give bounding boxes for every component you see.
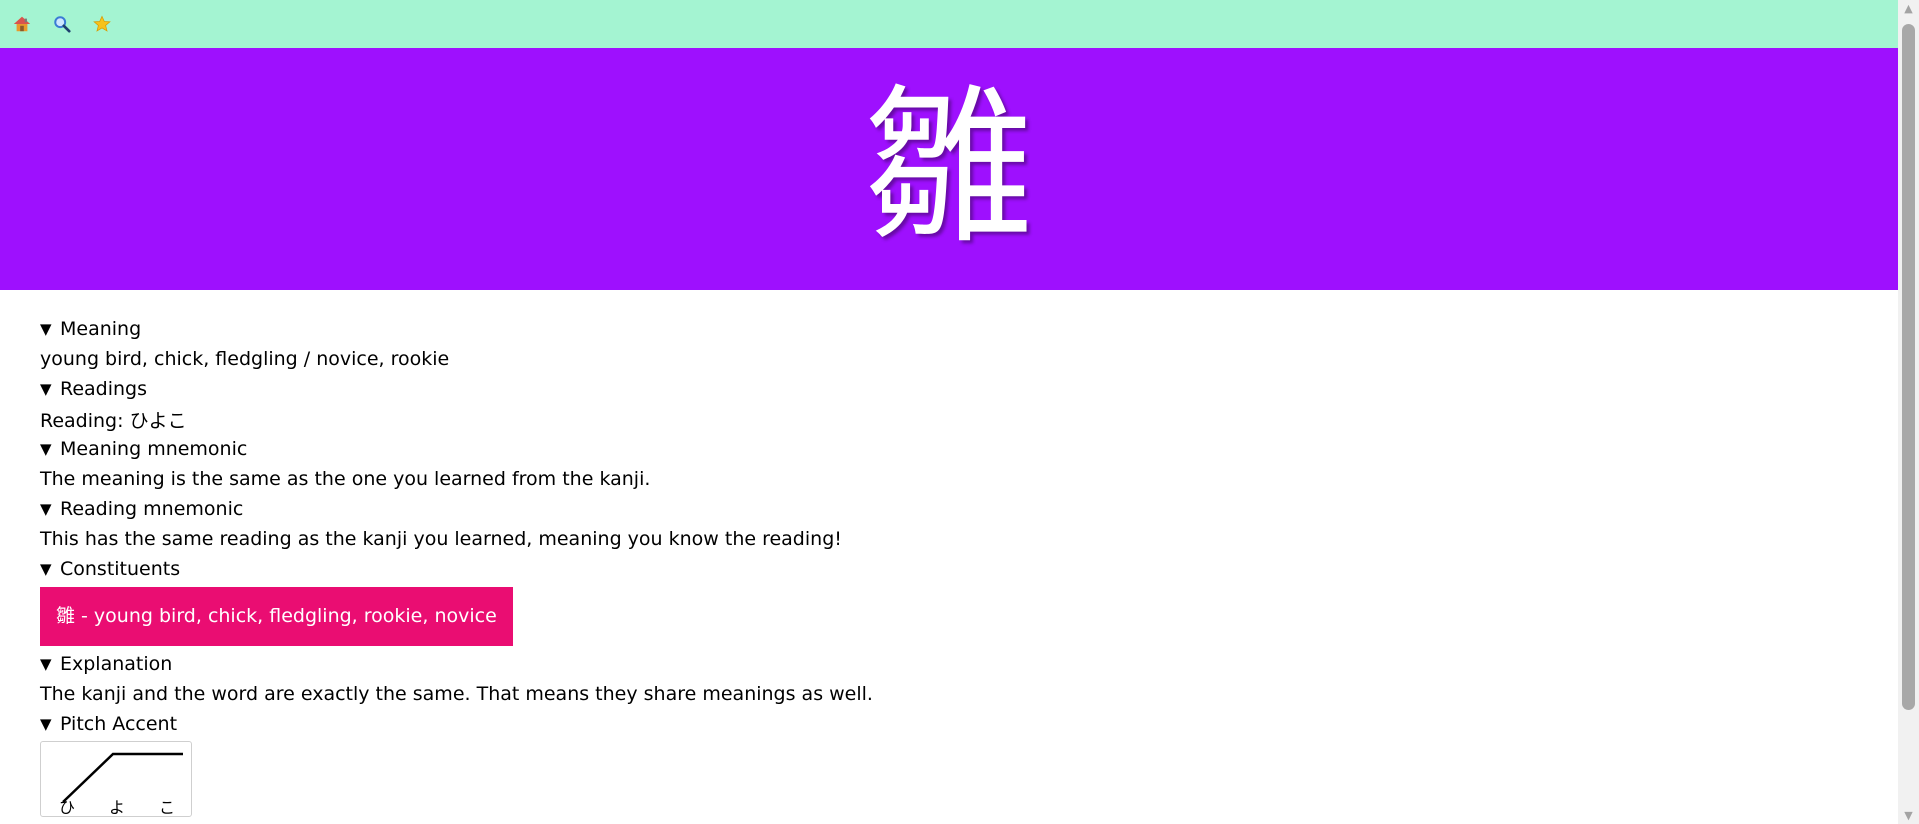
section-meaning-mnemonic: ▼ Meaning mnemonic The meaning is the sa…: [40, 434, 1898, 494]
section-heading: Pitch Accent: [60, 713, 178, 735]
hero-kanji: 雛: [863, 70, 1034, 268]
triangle-down-icon: ▼: [40, 320, 52, 338]
search-icon: [54, 16, 71, 33]
triangle-down-icon: ▼: [40, 560, 52, 578]
section-constituents: ▼ Constituents 雛 - young bird, chick, fl…: [40, 554, 1898, 649]
triangle-down-icon: ▼: [40, 500, 52, 518]
scroll-up-arrow-icon[interactable]: ▲: [1898, 0, 1919, 17]
star-icon: [93, 15, 111, 32]
constituent-kanji-link[interactable]: 雛 - young bird, chick, fledgling, rookie…: [40, 587, 513, 646]
page: 雛 ▼ Meaning young bird, chick, fledgling…: [0, 0, 1898, 824]
pitch-mora: ひ: [59, 798, 76, 817]
home-icon: [13, 16, 31, 32]
section-toggle-readings[interactable]: ▼ Readings: [40, 374, 1898, 404]
home-button[interactable]: [10, 12, 34, 36]
toolbar: [0, 0, 1898, 48]
section-toggle-constituents[interactable]: ▼ Constituents: [40, 554, 1898, 584]
explanation-text: The kanji and the word are exactly the s…: [40, 683, 873, 705]
section-meaning: ▼ Meaning young bird, chick, fledgling /…: [40, 314, 1898, 374]
section-heading: Meaning: [60, 318, 142, 340]
section-toggle-explanation[interactable]: ▼ Explanation: [40, 649, 1898, 679]
readings-text: Reading: ひよこ: [40, 409, 187, 432]
section-toggle-pitch-accent[interactable]: ▼ Pitch Accent: [40, 709, 1898, 739]
hero-banner: 雛: [0, 48, 1898, 290]
scroll-down-arrow-icon[interactable]: ▼: [1898, 807, 1919, 824]
scroll-thumb[interactable]: [1902, 24, 1915, 710]
section-toggle-meaning[interactable]: ▼ Meaning: [40, 314, 1898, 344]
reading-mnemonic-text: This has the same reading as the kanji y…: [40, 528, 842, 550]
vertical-scrollbar[interactable]: ▲ ▼: [1898, 0, 1919, 824]
section-readings: ▼ Readings Reading: ひよこ: [40, 374, 1898, 434]
content: ▼ Meaning young bird, chick, fledgling /…: [0, 290, 1898, 817]
favorite-button[interactable]: [90, 12, 114, 36]
search-button[interactable]: [50, 12, 74, 36]
meaning-text: young bird, chick, fledgling / novice, r…: [40, 348, 450, 370]
triangle-down-icon: ▼: [40, 440, 52, 458]
section-reading-mnemonic: ▼ Reading mnemonic This has the same rea…: [40, 494, 1898, 554]
pitch-accent-diagram: ひ よ こ: [40, 741, 192, 817]
section-toggle-meaning-mnemonic[interactable]: ▼ Meaning mnemonic: [40, 434, 1898, 464]
pitch-mora: こ: [159, 798, 176, 817]
section-toggle-reading-mnemonic[interactable]: ▼ Reading mnemonic: [40, 494, 1898, 524]
pitch-mora: よ: [109, 798, 126, 817]
section-heading: Readings: [60, 378, 148, 400]
section-heading: Constituents: [60, 558, 181, 580]
meaning-mnemonic-text: The meaning is the same as the one you l…: [40, 468, 651, 490]
triangle-down-icon: ▼: [40, 380, 52, 398]
triangle-down-icon: ▼: [40, 655, 52, 673]
section-pitch-accent: ▼ Pitch Accent ひ よ こ: [40, 709, 1898, 817]
section-heading: Meaning mnemonic: [60, 438, 248, 460]
section-heading: Reading mnemonic: [60, 498, 244, 520]
section-heading: Explanation: [60, 653, 173, 675]
section-explanation: ▼ Explanation The kanji and the word are…: [40, 649, 1898, 709]
triangle-down-icon: ▼: [40, 715, 52, 733]
